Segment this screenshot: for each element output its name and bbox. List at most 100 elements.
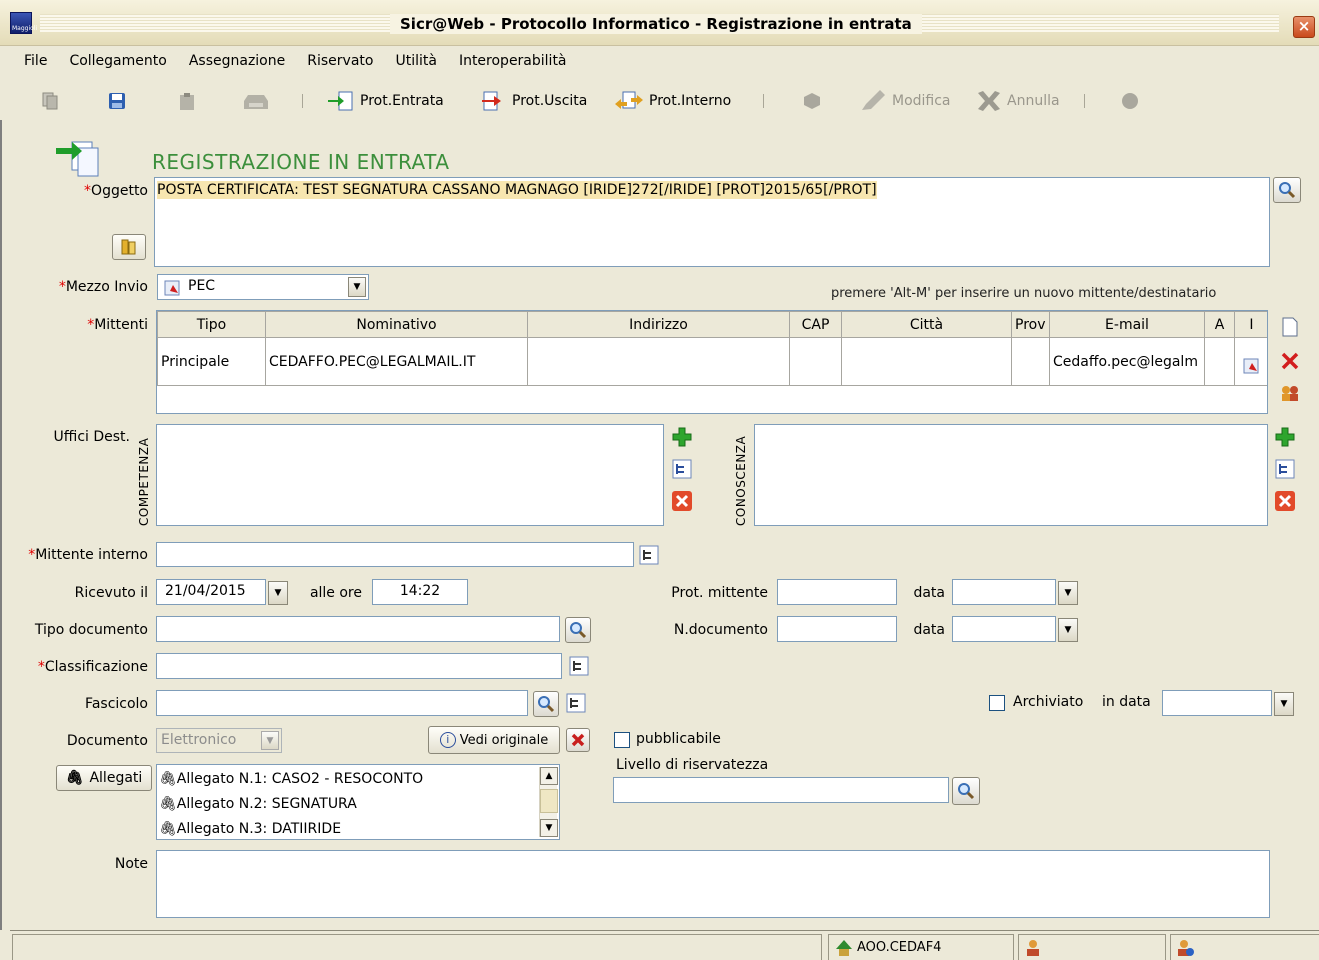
paste-button[interactable]	[177, 88, 201, 114]
classificazione-field[interactable]	[156, 653, 562, 679]
cell-email[interactable]: Cedaffo.pec@legalm	[1049, 337, 1205, 386]
allegati-button[interactable]: 🖇 Allegati	[56, 765, 152, 791]
scroll-down-icon[interactable]: ▼	[540, 819, 558, 837]
cell-nominativo[interactable]: CEDAFFO.PEC@LEGALMAIL.IT	[265, 337, 528, 386]
cell-a[interactable]	[1204, 337, 1235, 386]
menu-file[interactable]: File	[12, 53, 58, 69]
new-mittente-button[interactable]	[1279, 316, 1301, 338]
tipo-documento-label: Tipo documento	[34, 622, 148, 638]
modifica-button[interactable]: Modifica	[858, 88, 951, 114]
conoscenza-list[interactable]	[754, 424, 1268, 526]
note-field[interactable]	[156, 850, 1270, 918]
conoscenza-tree-button[interactable]	[1274, 458, 1296, 480]
history-button[interactable]	[1118, 88, 1146, 114]
col-prov[interactable]: Prov	[1011, 311, 1050, 338]
vedi-originale-button[interactable]: i Vedi originale	[428, 726, 560, 754]
competenza-list[interactable]	[156, 424, 664, 526]
mittente-interno-tree-button[interactable]	[638, 544, 660, 566]
cell-citta[interactable]	[841, 337, 1012, 386]
table-row[interactable]: Principale CEDAFFO.PEC@LEGALMAIL.IT Ceda…	[157, 337, 1267, 386]
col-i[interactable]: I	[1234, 311, 1267, 338]
title-bar: Maggioli Sicr@Web - Protocollo Informati…	[0, 0, 1319, 46]
pubblicabile-checkbox[interactable]	[614, 732, 630, 748]
mezzo-invio-select[interactable]: PEC ▼	[157, 274, 369, 300]
prot-mittente-label: Prot. mittente	[671, 585, 768, 601]
cell-indirizzo[interactable]	[527, 337, 790, 386]
prot-entrata-button[interactable]: Prot.Entrata	[326, 88, 444, 114]
oggetto-field[interactable]: POSTA CERTIFICATA: TEST SEGNATURA CASSAN…	[154, 177, 1270, 267]
competenza-add-button[interactable]	[671, 426, 693, 448]
menu-riservato[interactable]: Riservato	[296, 53, 384, 69]
menu-collegamento[interactable]: Collegamento	[58, 53, 177, 69]
documento-select[interactable]: Elettronico ▼	[156, 728, 282, 753]
close-button[interactable]: ×	[1293, 16, 1315, 38]
classificazione-tree-button[interactable]	[568, 655, 590, 677]
prot-mittente-field[interactable]	[777, 579, 897, 605]
fascicolo-field[interactable]	[156, 690, 528, 716]
col-email[interactable]: E-mail	[1049, 311, 1205, 338]
contacts-button[interactable]	[1279, 382, 1301, 404]
search-icon	[1279, 182, 1296, 199]
n-documento-data-field[interactable]	[952, 616, 1056, 642]
list-item[interactable]: 🖇Allegato N.3: DATIIRIDE	[159, 817, 423, 842]
oggetto-search-button[interactable]	[1273, 177, 1301, 203]
stamp-button[interactable]	[800, 88, 828, 114]
conoscenza-remove-button[interactable]	[1274, 490, 1296, 512]
col-cap[interactable]: CAP	[789, 311, 842, 338]
fascicolo-tree-button[interactable]	[565, 692, 587, 714]
printer-icon	[244, 95, 268, 109]
red-x-icon	[1281, 352, 1299, 370]
livello-riservatezza-field[interactable]	[613, 777, 949, 803]
tipo-documento-search-button[interactable]	[565, 617, 591, 643]
mittente-interno-label: *Mittente interno	[28, 547, 148, 563]
col-a[interactable]: A	[1204, 311, 1235, 338]
scroll-thumb[interactable]	[540, 789, 558, 813]
archiviato-data-field[interactable]	[1162, 690, 1272, 716]
print-button[interactable]	[240, 88, 274, 114]
section-title: REGISTRAZIONE IN ENTRATA	[152, 150, 450, 174]
delete-mittente-button[interactable]	[1279, 350, 1301, 372]
allegati-scrollbar[interactable]: ▲ ▼	[539, 767, 558, 837]
n-documento-data-calendar-button[interactable]: ▼	[1058, 618, 1078, 642]
chevron-down-icon[interactable]: ▼	[348, 277, 366, 297]
list-item[interactable]: 🖇Allegato N.2: SEGNATURA	[159, 792, 423, 817]
tipo-documento-field[interactable]	[156, 616, 560, 642]
alle-ore-field[interactable]: 14:22	[372, 579, 468, 605]
remove-originale-button[interactable]	[566, 728, 590, 752]
livello-riservatezza-search-button[interactable]	[952, 777, 980, 805]
cell-cap[interactable]	[789, 337, 842, 386]
chevron-down-icon[interactable]: ▼	[261, 731, 279, 750]
competenza-tree-button[interactable]	[671, 458, 693, 480]
prot-mittente-data-calendar-button[interactable]: ▼	[1058, 581, 1078, 605]
list-item[interactable]: 🖇Allegato N.1: CASO2 - RESOCONTO	[159, 767, 423, 792]
fascicolo-search-button[interactable]	[533, 691, 559, 717]
menu-assegnazione[interactable]: Assegnazione	[178, 53, 296, 69]
cell-i[interactable]	[1234, 337, 1267, 386]
scroll-up-icon[interactable]: ▲	[540, 767, 558, 785]
menu-utilita[interactable]: Utilità	[384, 53, 447, 69]
archiviato-data-calendar-button[interactable]: ▼	[1274, 692, 1294, 716]
competenza-remove-button[interactable]	[671, 490, 693, 512]
save-button[interactable]	[107, 88, 131, 114]
oggetto-library-button[interactable]	[112, 234, 146, 260]
ricevuto-il-field[interactable]: 21/04/2015	[156, 579, 266, 605]
mittente-interno-field[interactable]	[156, 542, 634, 567]
conoscenza-add-button[interactable]	[1274, 426, 1296, 448]
user-info-icon	[1178, 939, 1194, 956]
col-citta[interactable]: Città	[841, 311, 1012, 338]
copy-button[interactable]	[40, 88, 64, 114]
ricevuto-il-calendar-button[interactable]: ▼	[268, 581, 288, 605]
col-tipo[interactable]: Tipo	[157, 311, 266, 338]
allegati-list[interactable]: 🖇Allegato N.1: CASO2 - RESOCONTO 🖇Allega…	[156, 764, 560, 840]
n-documento-field[interactable]	[777, 616, 897, 642]
menu-interoperabilita[interactable]: Interoperabilità	[448, 53, 578, 69]
col-nominativo[interactable]: Nominativo	[265, 311, 528, 338]
prot-mittente-data-field[interactable]	[952, 579, 1056, 605]
prot-uscita-button[interactable]: Prot.Uscita	[478, 88, 587, 114]
cell-prov[interactable]	[1011, 337, 1050, 386]
cell-tipo[interactable]: Principale	[157, 337, 266, 386]
prot-interno-button[interactable]: Prot.Interno	[613, 88, 731, 114]
annulla-button[interactable]: Annulla	[975, 88, 1060, 114]
archiviato-checkbox[interactable]	[989, 695, 1005, 711]
col-indirizzo[interactable]: Indirizzo	[527, 311, 790, 338]
